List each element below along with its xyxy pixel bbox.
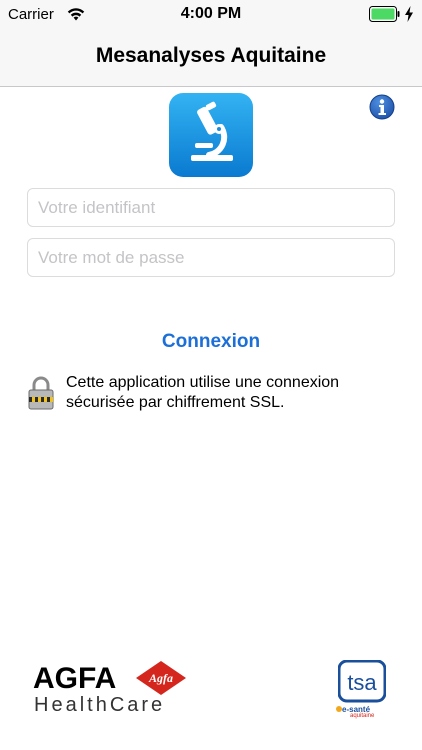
agfa-badge-icon: Agfa: [136, 661, 186, 695]
app-logo: [169, 93, 253, 177]
status-bar: Carrier 4:00 PM: [0, 0, 422, 30]
tsa-esante-logo: tsa e-santé aquitaine: [336, 660, 388, 720]
ssl-notice: Cette application utilise une connexion …: [66, 374, 340, 411]
agfa-healthcare-logo: AGFA Agfa HealthCare: [33, 660, 193, 720]
navigation-bar: Mesanalyses Aquitaine: [0, 30, 422, 87]
microscope-icon: [169, 93, 253, 177]
tsa-mark-text: tsa: [347, 670, 377, 695]
tsa-mark-icon: tsa: [338, 660, 386, 703]
clock: 4:00 PM: [180, 5, 242, 22]
username-input[interactable]: [27, 188, 395, 227]
agfa-badge-text: Agfa: [148, 671, 173, 685]
connexion-button[interactable]: Connexion: [111, 326, 311, 358]
agfa-wordmark: AGFA: [33, 662, 117, 695]
agfa-tagline: HealthCare: [34, 694, 166, 716]
battery-icon: [369, 6, 400, 22]
tsa-region: aquitaine: [350, 713, 375, 719]
password-input[interactable]: [27, 238, 395, 277]
charging-bolt-icon: [405, 6, 413, 22]
page-title: Mesanalyses Aquitaine: [95, 44, 327, 67]
padlock-icon: [28, 376, 54, 410]
info-icon[interactable]: [369, 94, 395, 120]
